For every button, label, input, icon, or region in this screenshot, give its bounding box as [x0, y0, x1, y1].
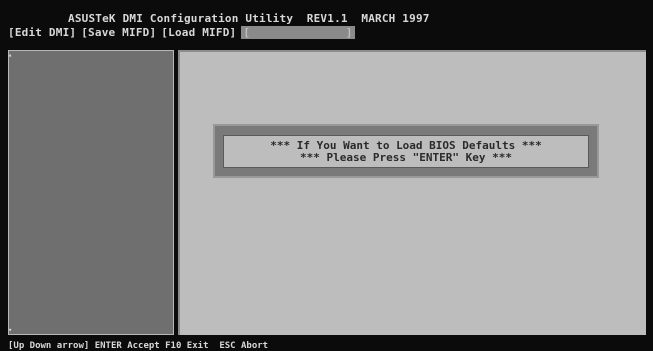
scroll-down-arrow-icon[interactable]: ▾: [8, 327, 13, 334]
right-pane: *** If You Want to Load BIOS Defaults **…: [178, 50, 646, 335]
menu-save-mifd[interactable]: [Save MIFD]: [81, 26, 156, 39]
screen: ASUSTeK DMI Configuration Utility REV1.1…: [0, 0, 653, 351]
menu-edit-dmi[interactable]: [Edit DMI]: [8, 26, 76, 39]
dialog-line-2: *** Please Press "ENTER" Key ***: [300, 151, 512, 164]
app-title: ASUSTeK DMI Configuration Utility REV1.1…: [68, 12, 430, 25]
scroll-up-arrow-icon[interactable]: ▴: [8, 52, 13, 59]
load-defaults-dialog: *** If You Want to Load BIOS Defaults **…: [213, 124, 599, 178]
menu-load-mifd[interactable]: [Load MIFD]: [161, 26, 236, 39]
menu-load-defaults[interactable]: [ ]: [241, 26, 355, 39]
status-bar: [Up Down arrow] ENTER Accept F10 Exit ES…: [8, 341, 269, 351]
menu-bar: [Edit DMI] [Save MIFD] [Load MIFD] [ ]: [8, 26, 355, 39]
left-pane[interactable]: ▴ ▾: [8, 50, 174, 335]
title-bar: ASUSTeK DMI Configuration Utility REV1.1…: [0, 8, 653, 48]
dialog-message-box: *** If You Want to Load BIOS Defaults **…: [223, 135, 589, 168]
